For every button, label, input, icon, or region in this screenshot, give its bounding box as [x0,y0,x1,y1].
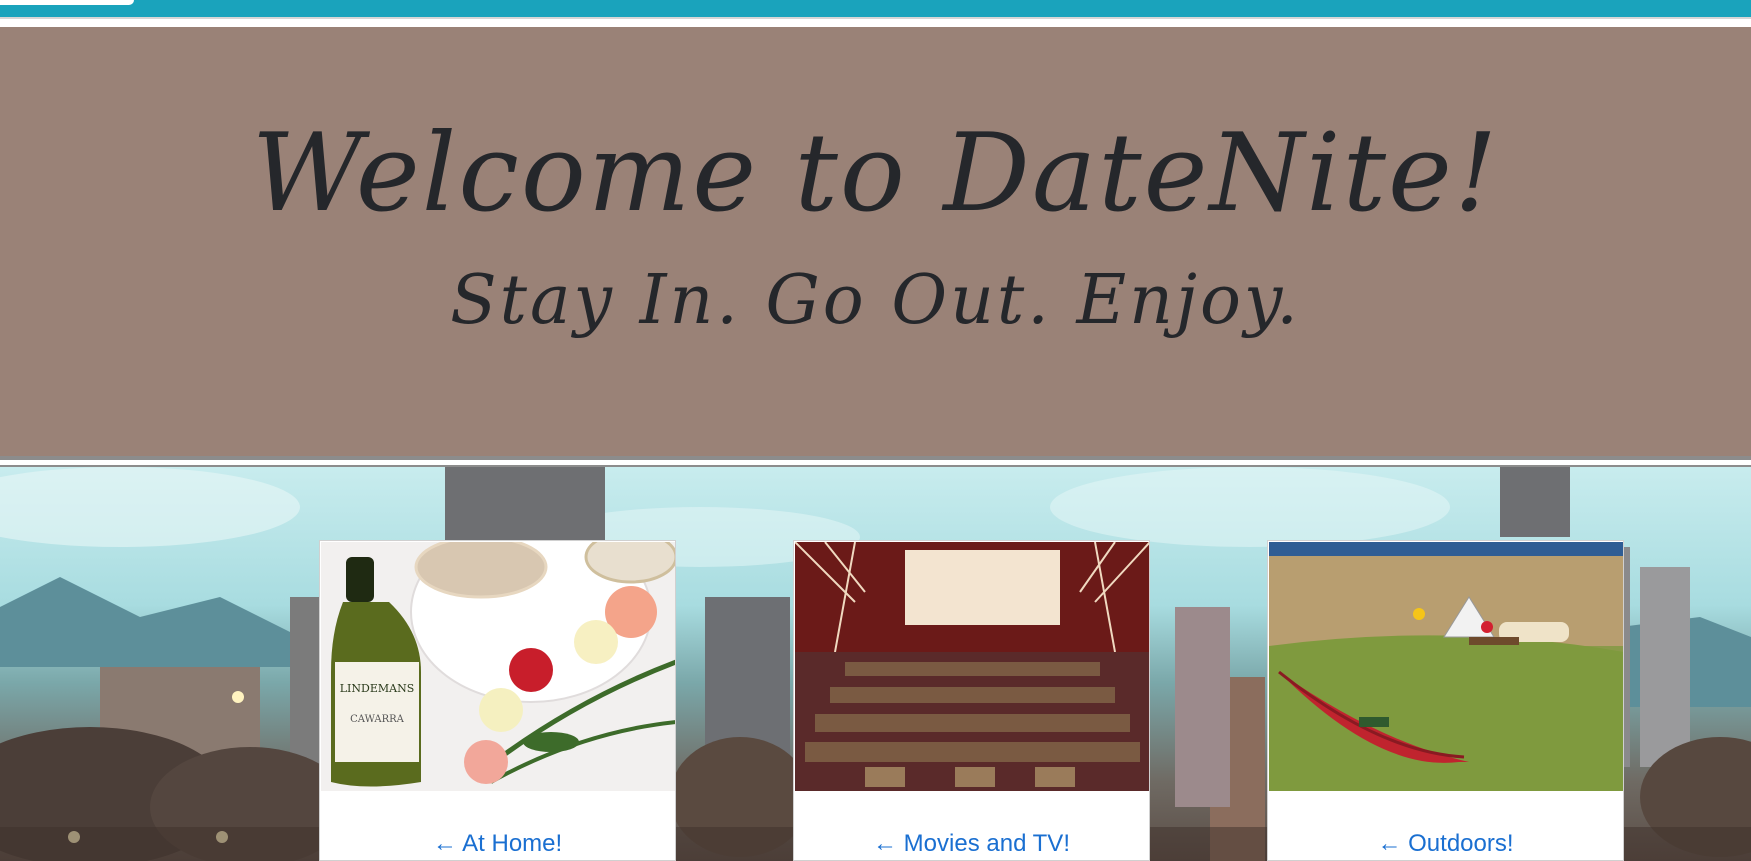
svg-text:CAWARRA: CAWARRA [350,714,405,725]
movies-and-tv-link[interactable]: ← Movies and TV! [794,830,1149,858]
divider [0,456,1751,467]
wine-and-roses-photo: LINDEMANS CAWARRA [321,542,675,791]
hero-banner: Welcome to DateNite! Stay In. Go Out. En… [0,27,1751,456]
card-at-home: LINDEMANS CAWARRA ← At Home! [319,540,676,861]
at-home-link[interactable]: ← At Home! [320,830,675,858]
page-title: Welcome to DateNite! [251,111,1500,236]
card-outdoors: ← Outdoors! [1267,540,1624,861]
tagline: Stay In. Go Out. Enjoy. [450,261,1301,340]
outdoors-link[interactable]: ← Outdoors! [1268,830,1623,858]
svg-text:LINDEMANS: LINDEMANS [340,682,415,695]
card-movies-tv: ← Movies and TV! [793,540,1150,861]
divider [0,17,1751,27]
movie-theater-photo [795,542,1149,791]
canoe-picnic-photo [1269,542,1623,791]
nav-tab[interactable] [0,0,134,5]
top-nav-bar [0,0,1751,17]
